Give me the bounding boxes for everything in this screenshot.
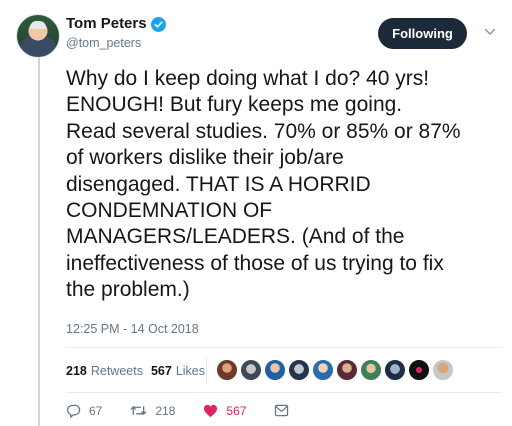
liker-avatar[interactable] <box>336 359 358 381</box>
author-handle[interactable]: @tom_peters <box>66 36 166 50</box>
liker-avatar[interactable] <box>360 359 382 381</box>
retweet-count: 218 <box>155 403 176 418</box>
tweet-text: Why do I keep doing what I do? 40 yrs! E… <box>66 67 461 302</box>
retweets-stat[interactable]: 218 Retweets <box>66 364 143 378</box>
reply-button[interactable]: 67 <box>66 403 102 418</box>
liker-avatar[interactable] <box>264 359 286 381</box>
like-button[interactable]: 567 <box>203 404 246 418</box>
like-count: 567 <box>226 403 247 418</box>
thread-line <box>38 56 40 426</box>
reply-icon <box>66 404 81 418</box>
heart-icon <box>204 404 218 417</box>
liker-avatars <box>216 359 454 381</box>
following-button[interactable]: Following <box>378 18 467 49</box>
divider <box>66 347 502 348</box>
author-info: Tom Peters @tom_peters <box>66 15 166 50</box>
likes-stat[interactable]: 567 Likes <box>151 364 205 378</box>
liker-avatar[interactable] <box>288 359 310 381</box>
tweet-timestamp[interactable]: 12:25 PM - 14 Oct 2018 <box>66 322 199 336</box>
divider <box>66 392 502 393</box>
tweet-actions: 67 218 567 <box>66 403 317 418</box>
retweets-stat-label: Retweets <box>90 364 143 378</box>
likes-stat-label: Likes <box>175 364 206 378</box>
liker-avatar[interactable] <box>312 359 334 381</box>
retweet-icon <box>131 406 147 415</box>
direct-message-button[interactable] <box>274 404 289 417</box>
verified-badge-icon <box>150 16 166 32</box>
author-avatar[interactable] <box>16 14 60 58</box>
likes-stat-count: 567 <box>150 364 172 378</box>
liker-avatar[interactable] <box>408 359 430 381</box>
reply-count: 67 <box>89 403 103 418</box>
chevron-down-icon[interactable] <box>483 25 497 39</box>
envelope-icon <box>275 404 289 417</box>
liker-avatar[interactable] <box>240 359 262 381</box>
retweet-button[interactable]: 218 <box>130 403 175 418</box>
liker-avatar[interactable] <box>384 359 406 381</box>
author-name-row[interactable]: Tom Peters <box>66 15 166 33</box>
liker-avatar[interactable] <box>432 359 454 381</box>
retweets-stat-count: 218 <box>66 364 87 378</box>
engagement-stats: 218 Retweets 567 Likes <box>66 364 205 378</box>
liker-avatar[interactable] <box>216 359 238 381</box>
stats-separator <box>206 356 207 384</box>
author-display-name[interactable]: Tom Peters <box>66 15 147 33</box>
